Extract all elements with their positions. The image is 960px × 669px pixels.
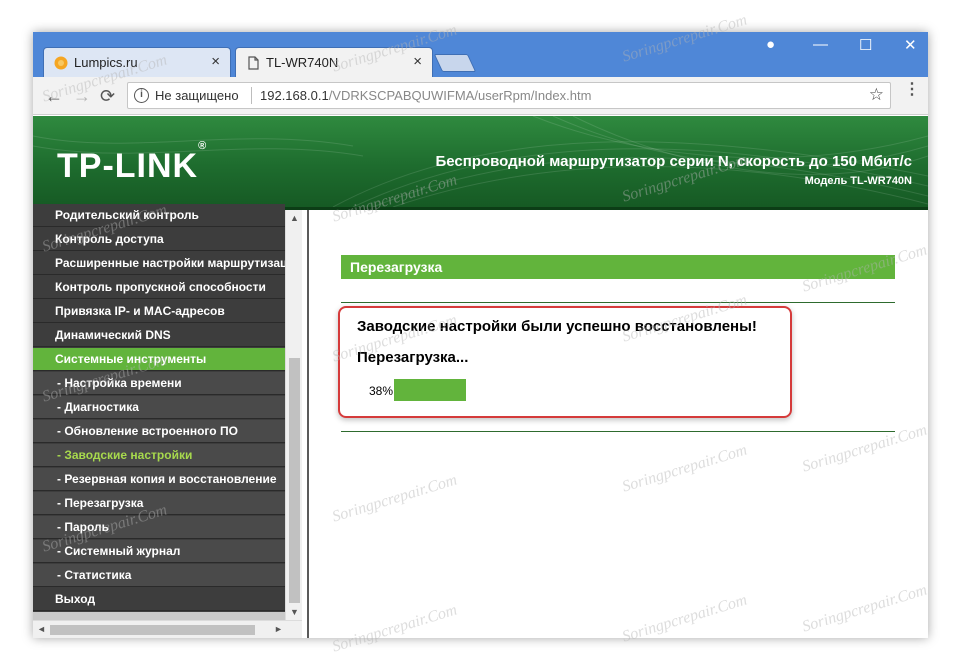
scroll-down-icon[interactable]: ▼: [290, 607, 299, 617]
sidebar-horizontal-scrollbar[interactable]: ◄ ►: [33, 620, 302, 638]
registered-mark: ®: [198, 139, 208, 152]
forward-icon[interactable]: →: [73, 86, 91, 107]
sidebar-item-factory-defaults[interactable]: - Заводские настройки: [33, 444, 285, 467]
router-model: Модель TL-WR740N: [804, 175, 912, 187]
address-bar[interactable]: i Не защищено 192.168.0.1/VDRKSCPABQUWIF…: [127, 82, 891, 109]
scroll-right-icon[interactable]: ►: [274, 624, 283, 634]
success-message: Заводские настройки были успешно восстан…: [357, 318, 757, 335]
tab-title: Lumpics.ru: [74, 55, 138, 70]
sidebar-empty-area: [33, 612, 285, 620]
sidebar-item-backup-restore[interactable]: - Резервная копия и восстановление: [33, 468, 285, 491]
tab-lumpics[interactable]: Lumpics.ru ×: [43, 47, 231, 77]
sidebar-item-firmware-upgrade[interactable]: - Обновление встроенного ПО: [33, 420, 285, 443]
sidebar-item-time-settings[interactable]: - Настройка времени: [33, 372, 285, 395]
progress-percent: 38%: [369, 384, 394, 398]
sidebar-item-bandwidth-control[interactable]: Контроль пропускной способности: [33, 276, 285, 299]
sidebar-item-access-control[interactable]: Контроль доступа: [33, 228, 285, 251]
sidebar-item-logout[interactable]: Выход: [33, 588, 285, 611]
info-icon[interactable]: i: [134, 88, 149, 103]
tab-close-icon[interactable]: ×: [211, 53, 220, 70]
sidebar-item-advanced-routing[interactable]: Расширенные настройки маршрутизации: [33, 252, 285, 275]
sidebar-item-parental-control[interactable]: Родительский контроль: [33, 204, 285, 227]
reload-icon[interactable]: ⟳: [100, 86, 115, 107]
not-secure-label[interactable]: Не защищено: [155, 88, 239, 103]
reboot-status: Перезагрузка...: [357, 349, 469, 366]
sidebar-item-diagnostics[interactable]: - Диагностика: [33, 396, 285, 419]
sidebar-item-ip-mac-binding[interactable]: Привязка IP- и MAC-адресов: [33, 300, 285, 323]
address-toolbar: ← → ⟳ i Не защищено 192.168.0.1/VDRKSCPA…: [33, 77, 928, 115]
bookmark-star-icon[interactable]: ☆: [869, 85, 884, 105]
address-separator: [251, 87, 252, 104]
url-text[interactable]: 192.168.0.1/VDRKSCPABQUWIFMA/userRpm/Ind…: [260, 88, 591, 103]
maximize-button[interactable]: ☐: [859, 36, 872, 54]
profile-icon[interactable]: ●: [766, 36, 775, 53]
tp-link-logo: TP-LINK®: [57, 140, 207, 186]
page-icon: [248, 56, 259, 70]
sidebar-item-system-tools[interactable]: Системные инструменты: [33, 348, 285, 371]
router-header: TP-LINK® Беспроводной маршрутизатор сери…: [33, 116, 928, 207]
scroll-thumb[interactable]: [289, 358, 300, 603]
logo-text: TP-LINK: [57, 147, 199, 185]
sidebar-item-password[interactable]: - Пароль: [33, 516, 285, 539]
main-content: Перезагрузка Заводские настройки были ус…: [309, 210, 928, 638]
minimize-button[interactable]: —: [813, 36, 828, 53]
scroll-left-icon[interactable]: ◄: [37, 624, 46, 634]
scroll-up-icon[interactable]: ▲: [290, 213, 299, 223]
sidebar-item-dynamic-dns[interactable]: Динамический DNS: [33, 324, 285, 347]
sidebar-item-system-log[interactable]: - Системный журнал: [33, 540, 285, 563]
close-window-button[interactable]: ✕: [904, 36, 917, 54]
url-host: 192.168.0.1: [260, 88, 329, 103]
sidebar-item-reboot[interactable]: - Перезагрузка: [33, 492, 285, 515]
sidebar-vertical-scrollbar[interactable]: ▲ ▼: [285, 210, 302, 620]
orange-favicon-icon: [54, 56, 68, 70]
new-tab-button[interactable]: [433, 54, 477, 72]
tab-title: TL-WR740N: [266, 55, 339, 70]
sidebar-item-statistics[interactable]: - Статистика: [33, 564, 285, 587]
section-divider-bottom: [341, 431, 895, 432]
hscroll-thumb[interactable]: [50, 625, 255, 635]
section-title: Перезагрузка: [341, 255, 895, 279]
tab-router[interactable]: TL-WR740N ×: [235, 47, 433, 77]
router-title: Беспроводной маршрутизатор серии N, скор…: [435, 153, 912, 170]
sidebar-menu: Родительский контроль Контроль доступа Р…: [33, 204, 291, 638]
tab-close-icon[interactable]: ×: [413, 53, 422, 70]
reboot-progress-bar: [394, 379, 584, 401]
url-path: /VDRKSCPABQUWIFMA/userRpm/Index.htm: [328, 88, 592, 103]
progress-fill: [394, 379, 467, 401]
browser-menu-icon[interactable]: ⋮: [904, 82, 920, 98]
back-icon[interactable]: ←: [45, 86, 63, 107]
browser-window: Lumpics.ru × TL-WR740N × ● — ☐ ✕ ← → ⟳ i…: [33, 32, 928, 638]
tab-strip: Lumpics.ru × TL-WR740N × ● — ☐ ✕: [33, 32, 928, 77]
section-divider-top: [341, 302, 895, 303]
